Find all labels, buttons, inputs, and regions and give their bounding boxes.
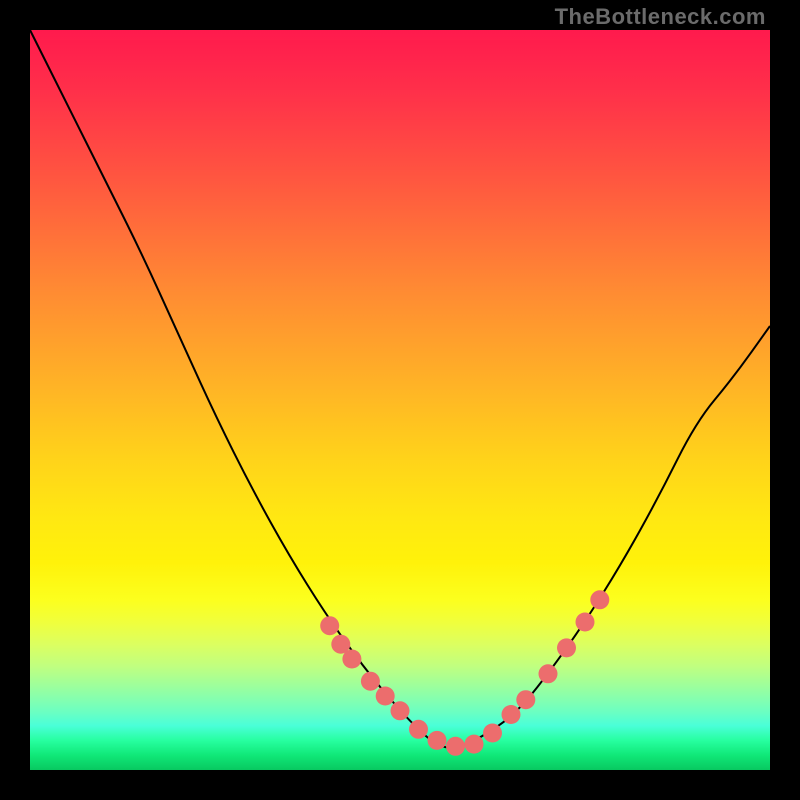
curve-dot xyxy=(361,672,380,691)
curve-dot xyxy=(502,705,521,724)
chart-frame: TheBottleneck.com xyxy=(0,0,800,800)
curve-dot xyxy=(483,724,502,743)
near-minimum-dots-group xyxy=(320,590,609,756)
curve-dot xyxy=(320,616,339,635)
curve-dot xyxy=(465,735,484,754)
bottleneck-curve xyxy=(30,30,770,748)
curve-dot xyxy=(557,638,576,657)
plot-area xyxy=(30,30,770,770)
curve-svg xyxy=(30,30,770,770)
watermark-text: TheBottleneck.com xyxy=(555,4,766,30)
curve-dot xyxy=(391,701,410,720)
curve-dot xyxy=(446,737,465,756)
curve-dot xyxy=(590,590,609,609)
curve-dot xyxy=(516,690,535,709)
curve-dot xyxy=(409,720,428,739)
curve-dot xyxy=(576,613,595,632)
curve-dot xyxy=(342,650,361,669)
curve-dot xyxy=(539,664,558,683)
curve-dot xyxy=(428,731,447,750)
curve-dot xyxy=(376,687,395,706)
